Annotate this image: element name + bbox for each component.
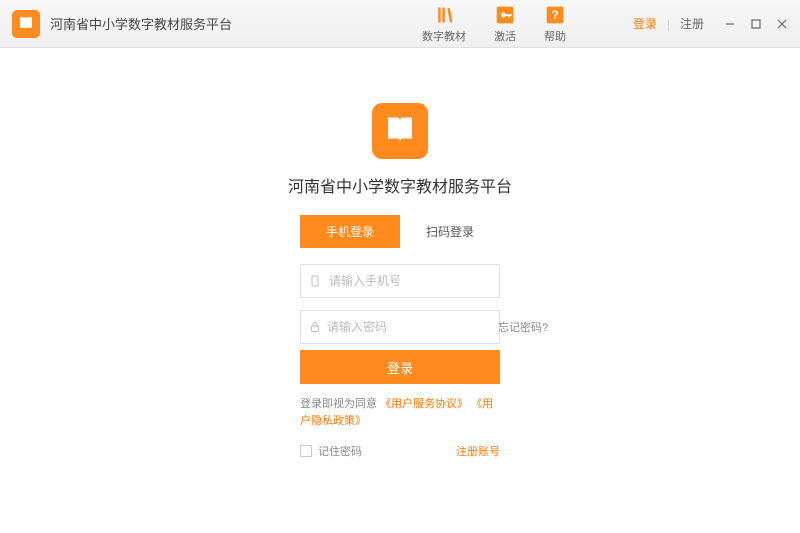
- nav-textbook-label: 数字教材: [422, 28, 466, 44]
- nav-help[interactable]: ? 帮助: [544, 4, 566, 44]
- nav-textbook[interactable]: 数字教材: [422, 4, 466, 44]
- agreement-prefix: 登录即视为同意: [300, 398, 377, 410]
- app-logo: [12, 10, 40, 38]
- book-icon: [382, 113, 418, 149]
- maximize-icon: [751, 19, 761, 29]
- bottom-row: 记住密码 注册账号: [300, 443, 500, 459]
- agreement-text: 登录即视为同意 《用户服务协议》 《用户隐私政策》: [300, 396, 500, 429]
- window-controls: [724, 18, 788, 30]
- app-title: 河南省中小学数字教材服务平台: [50, 14, 232, 33]
- login-link[interactable]: 登录: [633, 15, 657, 32]
- close-button[interactable]: [776, 18, 788, 30]
- book-icon: [17, 15, 35, 33]
- phone-icon: [309, 275, 323, 287]
- register-link[interactable]: 注册: [680, 15, 704, 32]
- nav: 数字教材 激活 ? 帮助: [422, 4, 566, 44]
- register-account-link[interactable]: 注册账号: [456, 443, 500, 459]
- login-form: 忘记密码?: [300, 264, 500, 344]
- nav-activate-label: 激活: [494, 28, 516, 44]
- terms-link[interactable]: 《用户服务协议》: [380, 398, 468, 410]
- close-icon: [777, 19, 787, 29]
- nav-activate[interactable]: 激活: [494, 4, 516, 44]
- minimize-button[interactable]: [724, 18, 736, 30]
- svg-text:?: ?: [551, 9, 558, 22]
- titlebar-right: 登录 | 注册: [633, 15, 788, 32]
- forgot-password-link[interactable]: 忘记密码?: [498, 319, 548, 335]
- books-icon: [433, 4, 455, 26]
- main-content: 河南省中小学数字教材服务平台 手机登录 扫码登录 忘记密码? 登录 登录即视为同…: [0, 48, 800, 459]
- password-input[interactable]: [327, 320, 482, 334]
- nav-help-label: 帮助: [544, 28, 566, 44]
- login-tabs: 手机登录 扫码登录: [300, 215, 500, 248]
- main-logo: [372, 103, 428, 159]
- key-icon: [494, 4, 516, 26]
- maximize-button[interactable]: [750, 18, 762, 30]
- minimize-icon: [725, 19, 735, 29]
- lock-icon: [309, 321, 321, 333]
- remember-checkbox[interactable]: [300, 445, 312, 457]
- phone-input-row: [300, 264, 500, 298]
- phone-input[interactable]: [329, 274, 491, 288]
- remember-label: 记住密码: [318, 443, 362, 459]
- divider: |: [667, 17, 670, 31]
- titlebar: 河南省中小学数字教材服务平台 数字教材 激活 ? 帮助 登录 | 注册: [0, 0, 800, 48]
- login-button[interactable]: 登录: [300, 350, 500, 384]
- remember-password[interactable]: 记住密码: [300, 443, 362, 459]
- help-icon: ?: [544, 4, 566, 26]
- password-input-row: 忘记密码?: [300, 310, 500, 344]
- tab-qr-login[interactable]: 扫码登录: [400, 215, 500, 248]
- tab-phone-login[interactable]: 手机登录: [300, 215, 400, 248]
- main-title: 河南省中小学数字教材服务平台: [288, 173, 512, 197]
